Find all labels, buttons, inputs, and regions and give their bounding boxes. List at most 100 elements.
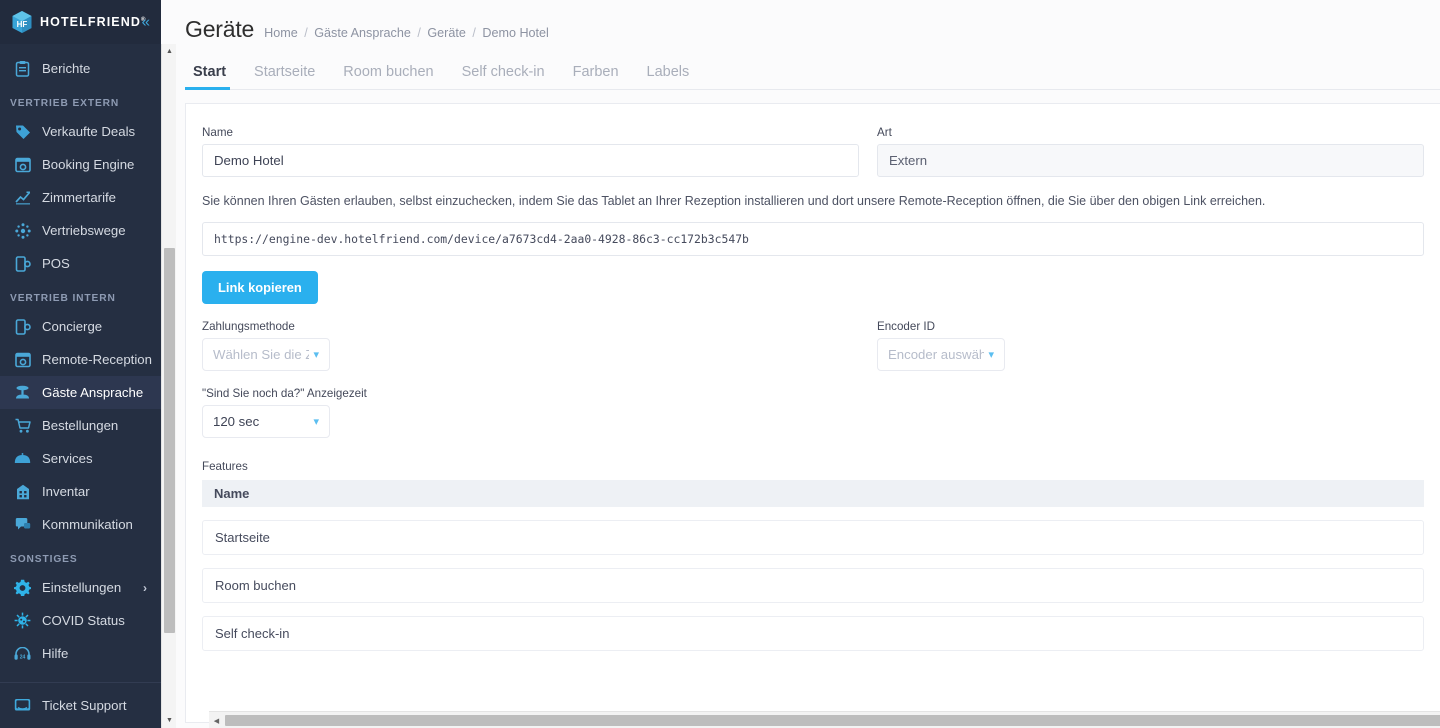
tab-bar: Start Startseite Room buchen Self check-… (185, 57, 1440, 90)
sidebar-item-label: Gäste Ansprache (42, 385, 144, 400)
sidebar-logo-header[interactable]: HF HOTELFRIEND® « (0, 0, 161, 44)
mobile-device-icon (12, 255, 33, 272)
chevron-down-icon: ▾ (313, 349, 319, 362)
main-content: Geräte Home / Gäste Ansprache / Geräte /… (161, 0, 1440, 728)
brand-name: HOTELFRIEND® (40, 15, 147, 29)
sidebar-item-label: POS (42, 256, 70, 271)
monitor-icon (12, 698, 33, 713)
sidebar-item-label: Vertriebswege (42, 223, 126, 238)
encoder-id-group: Encoder ID Encoder auswähle ▾ (877, 320, 1424, 372)
horizontal-scrollbar-thumb[interactable] (225, 715, 1440, 726)
horizontal-scrollbar[interactable]: ◀ (209, 711, 1440, 728)
sidebar-section-vertrieb-intern: VERTRIEB INTERN (10, 293, 116, 304)
gear-icon (12, 579, 33, 596)
art-input[interactable]: Extern (877, 144, 1424, 177)
sidebar-item-hilfe[interactable]: 24 Hilfe (0, 637, 161, 670)
svg-text:24: 24 (20, 654, 26, 660)
sidebar-item-label: Services (42, 451, 93, 466)
scroll-up-arrow-icon[interactable]: ▲ (162, 44, 177, 59)
sidebar: HF HOTELFRIEND® « Berichte VERTRIEB EXTE… (0, 0, 161, 728)
sidebar-item-einstellungen[interactable]: Einstellungen › (0, 571, 161, 604)
chat-bubble-icon (12, 517, 33, 532)
room-service-tray-icon (12, 452, 33, 465)
tag-icon (12, 124, 33, 140)
sidebar-item-label: Ticket Support (42, 698, 127, 713)
reception-desk-icon (12, 385, 33, 400)
tab-self-check-in[interactable]: Self check-in (448, 64, 559, 89)
breadcrumb-separator: / (417, 26, 421, 40)
chevron-down-icon: ▾ (988, 349, 994, 362)
sidebar-scrollbar-thumb[interactable] (164, 248, 175, 633)
sidebar-item-label: COVID Status (42, 613, 125, 628)
encoder-id-value: Encoder auswähle (888, 347, 985, 363)
art-field-group: Art Extern (877, 126, 1424, 177)
sidebar-item-inventar[interactable]: Inventar (0, 475, 161, 508)
features-label: Features (202, 460, 248, 474)
sidebar-item-gaeste-ansprache[interactable]: Gäste Ansprache (0, 376, 161, 409)
sidebar-item-services[interactable]: Services (0, 442, 161, 475)
sidebar-item-label: Remote-Reception (42, 352, 152, 367)
building-icon (12, 484, 33, 500)
sidebar-scrollbar[interactable]: ▲ ▼ (161, 44, 176, 728)
features-column-name: Name (214, 486, 250, 502)
encoder-id-select[interactable]: Encoder auswähle ▾ (877, 338, 1005, 372)
table-row[interactable]: Startseite (202, 520, 1424, 556)
scroll-down-arrow-icon[interactable]: ▼ (162, 713, 177, 728)
scroll-left-arrow-icon[interactable]: ◀ (209, 712, 224, 728)
breadcrumb-separator: / (472, 26, 476, 40)
sidebar-item-verkaufte-deals[interactable]: Verkaufte Deals (0, 115, 161, 148)
chevron-down-icon: ▾ (313, 416, 319, 429)
sidebar-item-concierge[interactable]: Concierge (0, 310, 161, 343)
sidebar-item-label: Zimmertarife (42, 190, 116, 205)
tab-labels[interactable]: Labels (633, 64, 704, 89)
sidebar-item-label: Hilfe (42, 646, 69, 661)
sidebar-item-label: Bestellungen (42, 418, 119, 433)
sidebar-item-kommunikation[interactable]: Kommunikation (0, 508, 161, 541)
table-row[interactable]: Room buchen (202, 568, 1424, 604)
breadcrumb-item-gaeste-ansprache[interactable]: Gäste Ansprache (314, 26, 411, 40)
sidebar-item-booking-engine[interactable]: Booking Engine (0, 148, 161, 181)
sidebar-item-remote-reception[interactable]: Remote-Reception (0, 343, 161, 376)
sidebar-item-pos[interactable]: POS (0, 247, 161, 280)
breadcrumb: Home / Gäste Ansprache / Geräte / Demo H… (264, 26, 549, 40)
name-art-row: Name Demo Hotel Art Extern (186, 126, 1440, 177)
feature-name: Self check-in (215, 626, 290, 642)
idle-timeout-group: "Sind Sie noch da?" Anzeigezeit 120 sec … (186, 371, 1440, 439)
payment-method-select[interactable]: Wählen Sie die Zah ▾ (202, 338, 330, 372)
network-nodes-icon (12, 222, 33, 239)
page-title: Geräte (185, 16, 255, 42)
clipboard-icon (12, 60, 33, 77)
app-root: HF HOTELFRIEND® « Berichte VERTRIEB EXTE… (0, 0, 1440, 728)
payment-method-label: Zahlungsmethode (202, 320, 295, 334)
copy-link-button[interactable]: Link kopieren (202, 271, 318, 305)
sidebar-item-covid-status[interactable]: COVID Status (0, 604, 161, 637)
payment-method-group: Zahlungsmethode Wählen Sie die Zah ▾ (202, 320, 859, 372)
tab-startseite[interactable]: Startseite (240, 64, 329, 89)
headset-24h-icon: 24 (12, 646, 33, 661)
art-label: Art (877, 126, 892, 139)
hotelfriend-cube-logo-icon: HF (11, 10, 33, 34)
shopping-cart-icon (12, 418, 33, 434)
name-field-group: Name Demo Hotel (202, 126, 859, 177)
sidebar-item-ticket-support[interactable]: Ticket Support (0, 682, 161, 728)
breadcrumb-item-demo-hotel[interactable]: Demo Hotel (482, 26, 549, 40)
sidebar-item-zimmertarife[interactable]: Zimmertarife (0, 181, 161, 214)
collapse-sidebar-icon[interactable]: « (142, 15, 150, 30)
sidebar-item-berichte[interactable]: Berichte (0, 52, 161, 85)
breadcrumb-item-home[interactable]: Home (264, 26, 298, 40)
sidebar-item-vertriebswege[interactable]: Vertriebswege (0, 214, 161, 247)
sidebar-item-label: Verkaufte Deals (42, 124, 136, 139)
sidebar-item-bestellungen[interactable]: Bestellungen (0, 409, 161, 442)
table-row[interactable]: Self check-in (202, 616, 1424, 652)
features-table-header: Name (202, 480, 1424, 508)
idle-timeout-select[interactable]: 120 sec ▾ (202, 405, 330, 439)
tab-farben[interactable]: Farben (559, 64, 633, 89)
device-url-input[interactable]: https://engine-dev.hotelfriend.com/devic… (202, 222, 1424, 257)
browser-window-icon (12, 157, 33, 173)
payment-method-value: Wählen Sie die Zah (213, 347, 310, 363)
name-input[interactable]: Demo Hotel (202, 144, 859, 177)
tab-start[interactable]: Start (185, 64, 240, 90)
tab-room-buchen[interactable]: Room buchen (329, 64, 447, 89)
breadcrumb-item-geraete[interactable]: Geräte (427, 26, 466, 40)
virus-icon (12, 612, 33, 629)
